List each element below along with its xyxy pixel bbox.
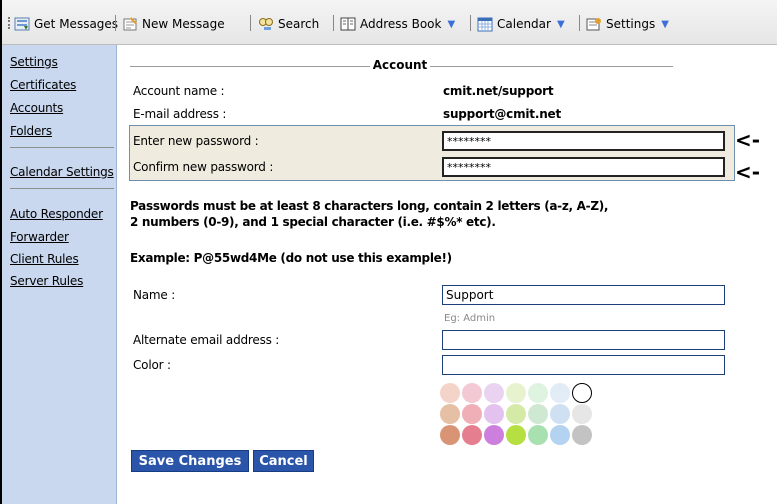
color-swatch[interactable] <box>440 383 460 403</box>
password-policy-line1: Passwords must be at least 8 characters … <box>130 199 609 213</box>
address-book-button[interactable]: Address Book ▼ <box>340 16 455 32</box>
sidebar-item-folders[interactable]: Folders <box>10 124 52 138</box>
new-message-icon <box>122 16 138 32</box>
toolbar-separator <box>579 15 580 31</box>
color-field[interactable] <box>442 355 725 375</box>
save-changes-button[interactable]: Save Changes <box>131 450 249 472</box>
alternate-email-label: Alternate email address : <box>133 333 280 347</box>
legend-rule-right <box>430 66 673 67</box>
search-icon <box>258 16 274 32</box>
name-field[interactable] <box>442 285 725 305</box>
toolbar-separator <box>470 15 471 31</box>
color-swatch[interactable] <box>528 404 548 424</box>
color-swatch[interactable] <box>506 383 526 403</box>
color-swatch[interactable] <box>484 425 504 445</box>
color-swatch[interactable] <box>572 404 592 424</box>
account-legend: Account <box>372 58 428 72</box>
password-example: Example: P@55wd4Me (do not use this exam… <box>130 251 452 265</box>
color-swatch[interactable] <box>550 383 570 403</box>
sidebar-item-certificates[interactable]: Certificates <box>10 78 76 92</box>
toolbar-separator <box>333 15 334 31</box>
toolbar-separator <box>115 15 116 31</box>
name-hint: Eg: Admin <box>444 313 496 324</box>
confirm-password-field[interactable] <box>442 157 725 177</box>
calendar-icon <box>477 16 493 32</box>
sidebar-item-settings[interactable]: Settings <box>10 55 58 69</box>
sidebar-item-auto-responder[interactable]: Auto Responder <box>10 207 103 221</box>
color-swatch[interactable] <box>484 404 504 424</box>
alternate-email-field[interactable] <box>442 330 725 350</box>
sidebar-divider <box>10 147 114 148</box>
sidebar-divider <box>10 188 114 189</box>
sidebar-item-calendar-settings[interactable]: Calendar Settings <box>10 165 114 179</box>
legend-rule-left <box>130 66 370 67</box>
confirm-password-label: Confirm new password : <box>133 160 274 174</box>
new-password-label: Enter new password : <box>133 134 259 148</box>
new-message-button[interactable]: New Message <box>122 16 225 32</box>
color-swatch[interactable] <box>506 404 526 424</box>
get-messages-icon <box>14 16 30 32</box>
color-label: Color : <box>133 358 171 372</box>
color-swatch[interactable] <box>572 425 592 445</box>
color-swatch[interactable] <box>484 383 504 403</box>
settings-icon <box>586 16 602 32</box>
color-swatch-selected[interactable] <box>572 383 592 403</box>
toolbar-separator <box>250 15 251 31</box>
settings-dropdown-icon[interactable]: ▼ <box>661 19 669 30</box>
search-button[interactable]: Search <box>258 16 319 32</box>
color-swatch[interactable] <box>440 425 460 445</box>
get-messages-button[interactable]: Get Messages <box>14 16 118 32</box>
color-swatch[interactable] <box>528 425 548 445</box>
color-swatch[interactable] <box>462 404 482 424</box>
address-book-icon <box>340 16 356 32</box>
email-address-value: support@cmit.net <box>443 107 562 121</box>
color-swatch[interactable] <box>506 425 526 445</box>
sidebar: Settings Certificates Accounts Folders C… <box>2 45 117 504</box>
sidebar-item-forwarder[interactable]: Forwarder <box>10 230 69 244</box>
color-swatch[interactable] <box>528 383 548 403</box>
new-password-field[interactable] <box>442 131 725 151</box>
toolbar-grip[interactable] <box>8 17 12 29</box>
calendar-button[interactable]: Calendar ▼ <box>477 16 565 32</box>
color-swatch[interactable] <box>550 425 570 445</box>
settings-button[interactable]: Settings ▼ <box>586 16 669 32</box>
color-swatch[interactable] <box>550 404 570 424</box>
sidebar-item-server-rules[interactable]: Server Rules <box>10 274 83 288</box>
address-book-dropdown-icon[interactable]: ▼ <box>447 19 455 30</box>
name-label: Name : <box>133 288 176 302</box>
sidebar-item-client-rules[interactable]: Client Rules <box>10 252 79 266</box>
account-name-value: cmit.net/support <box>443 84 554 98</box>
email-address-label: E-mail address : <box>133 107 227 121</box>
account-name-label: Account name : <box>133 84 225 98</box>
color-swatch[interactable] <box>462 425 482 445</box>
password-policy-line2: 2 numbers (0-9), and 1 special character… <box>130 215 496 229</box>
color-swatch[interactable] <box>462 383 482 403</box>
confirm-arrow-marker: <- <box>735 160 761 184</box>
sidebar-item-accounts[interactable]: Accounts <box>10 101 63 115</box>
password-arrow-marker: <- <box>735 128 761 152</box>
calendar-dropdown-icon[interactable]: ▼ <box>557 19 565 30</box>
cancel-button[interactable]: Cancel <box>253 450 314 472</box>
toolbar: Get Messages New Message Search Address … <box>2 0 777 45</box>
color-swatch[interactable] <box>440 404 460 424</box>
